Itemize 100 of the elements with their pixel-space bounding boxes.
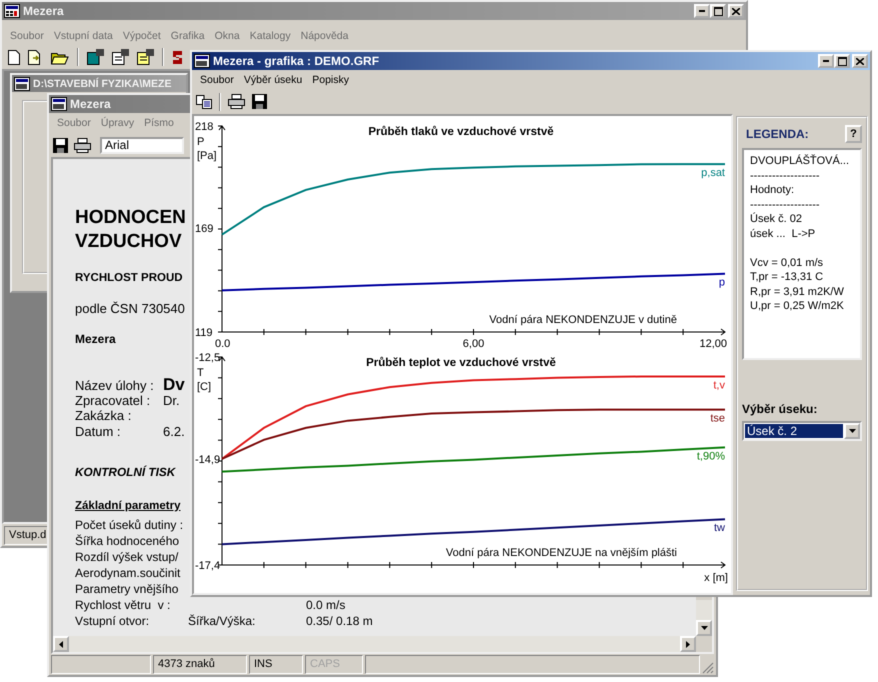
legend-line: Hodnoty: xyxy=(750,184,794,196)
chart-title: Průběh tlaků ve vzduchové vrstvě xyxy=(368,126,554,138)
chart-title: Průběh teplot ve vzduchové vrstvě xyxy=(366,357,556,369)
axis-label: [C] xyxy=(197,381,212,393)
menu-item[interactable]: Soubor xyxy=(5,30,49,42)
down-arrow-icon xyxy=(700,626,708,630)
new-file-icon[interactable] xyxy=(8,50,20,64)
tick-label: -12,5 xyxy=(195,352,220,364)
series-label: p xyxy=(718,276,725,289)
vertical-scrollbar[interactable] xyxy=(696,600,712,636)
open-file-icon[interactable] xyxy=(28,50,43,64)
program-name: Mezera xyxy=(75,332,116,346)
parameter-label: Šířka/Výška: xyxy=(188,614,256,628)
window-title: Mezera xyxy=(70,97,111,111)
legend-line: DVOUPLÁŠŤOVÁ... xyxy=(750,155,850,167)
legend-line: U,pr = 0,25 W/m2K xyxy=(750,300,844,312)
window-title: Mezera xyxy=(23,4,64,18)
document-subheading: RYCHLOST PROUD xyxy=(75,272,183,284)
legend-line: úsek ... L->P xyxy=(750,228,816,240)
menu-item[interactable]: Katalogy xyxy=(244,30,296,42)
menu-item[interactable]: Okna xyxy=(210,30,245,42)
window-title: D:\STAVEBNÍ FYZIKA\MEZE xyxy=(33,78,172,90)
tick-label: 218 xyxy=(195,121,214,133)
series-label: tse xyxy=(710,412,725,425)
standard-text: podle ČSN 730540 xyxy=(75,301,185,316)
minimize-icon xyxy=(823,60,829,62)
copy-icon[interactable] xyxy=(196,94,212,108)
font-dropdown[interactable]: Arial xyxy=(100,136,184,154)
tick-label: 12,00 xyxy=(699,338,727,349)
tick-label: -17,4 xyxy=(195,560,220,572)
field-label: Název úlohy : xyxy=(75,378,155,394)
scroll-right-button[interactable] xyxy=(680,636,696,652)
menu-item[interactable]: Grafika xyxy=(166,30,210,42)
field-label: Datum : xyxy=(75,424,122,440)
menu-item[interactable]: Nápověda xyxy=(296,30,354,42)
calculator-icon xyxy=(4,4,20,18)
field-value: 6.2. xyxy=(163,424,185,440)
calculator-icon xyxy=(51,97,67,111)
parameter-label: Počet úseků dutiny : xyxy=(75,517,184,534)
print-icon[interactable] xyxy=(228,94,245,109)
close-icon xyxy=(732,8,740,14)
menu-item[interactable]: Soubor xyxy=(52,117,96,129)
tick-label: 119 xyxy=(195,327,213,339)
parameter-value: 0.35/ 0.18 m xyxy=(306,613,373,630)
calculator-icon xyxy=(194,54,210,68)
select-label: Výběr úseku: xyxy=(742,402,818,416)
legend-line: T,pr = -13,31 C xyxy=(750,271,824,283)
menu-item[interactable]: Soubor xyxy=(195,74,239,86)
parameter-label: Aerodynam.součinit xyxy=(75,565,182,582)
chart-note: Vodní pára NEKONDENZUJE na vnějším plášti xyxy=(446,547,677,559)
menu-item[interactable]: Výpočet xyxy=(118,30,166,42)
legend-line: ------------------- xyxy=(750,198,820,210)
window-title: Mezera - grafika : DEMO.GRF xyxy=(213,54,380,68)
maximize-icon xyxy=(714,6,722,16)
field-value: Dr. xyxy=(163,392,180,408)
parameter-label: Šířka hodnoceného xyxy=(75,533,180,550)
series-label: tw xyxy=(714,522,725,534)
close-icon xyxy=(856,58,864,64)
resize-grip-icon[interactable] xyxy=(702,662,714,674)
series-label: t,v xyxy=(713,380,725,392)
parameter-value: 0.0 m/s xyxy=(306,597,346,614)
tick-label: -14,9 xyxy=(195,454,220,466)
series-label: t,90% xyxy=(696,450,725,462)
print-icon[interactable] xyxy=(74,138,91,152)
parameter-label: Parametry vnějšího xyxy=(75,581,180,598)
menu-item[interactable]: Popisky xyxy=(307,74,354,86)
scroll-down-button[interactable] xyxy=(696,620,712,636)
right-arrow-icon xyxy=(686,640,690,648)
section-dropdown[interactable]: Úsek č. 2 xyxy=(742,421,862,441)
close-button[interactable] xyxy=(852,54,868,68)
scroll-left-button[interactable] xyxy=(53,636,69,652)
tick-label: 169 xyxy=(195,222,214,235)
horizontal-scrollbar[interactable] xyxy=(53,636,696,652)
document-heading: HODNOCEN xyxy=(75,207,186,228)
save-icon[interactable] xyxy=(53,138,68,152)
series-label: p,sat xyxy=(701,167,725,180)
legend-line: Vcv = 0,01 m/s xyxy=(750,256,824,268)
maximize-icon xyxy=(838,56,846,66)
menu-item[interactable]: Vstupní data xyxy=(48,30,118,42)
menu-item[interactable]: Výběr úseku xyxy=(238,74,308,86)
save-icon[interactable] xyxy=(252,94,267,109)
legend-line: R,pr = 3,91 m2K/W xyxy=(750,286,844,298)
field-label: Zakázka : xyxy=(75,408,132,424)
maximize-button[interactable] xyxy=(834,54,850,68)
axis-label: T xyxy=(197,367,204,379)
menu-item[interactable]: Písmo xyxy=(139,117,179,129)
parameter-label: Rozdíl výšek vstup/ xyxy=(75,549,180,566)
left-arrow-icon xyxy=(59,640,63,648)
menu-item[interactable]: Úpravy xyxy=(96,117,140,129)
minimize-button[interactable] xyxy=(818,54,834,68)
selected-option: Úsek č. 2 xyxy=(745,424,843,438)
axis-label: [Pa] xyxy=(197,150,217,162)
legend-line: ------------------- xyxy=(750,170,820,182)
help-button[interactable]: ? xyxy=(845,125,862,143)
minimize-icon xyxy=(699,10,705,12)
parameter-label: Vstupní otvor: xyxy=(75,613,150,630)
legend-line: Úsek č. 02 xyxy=(750,213,802,225)
axis-label: x [m] xyxy=(704,572,728,584)
parameter-label: Rychlost větru v : xyxy=(75,597,172,614)
section-heading: KONTROLNÍ TISK xyxy=(75,465,176,480)
